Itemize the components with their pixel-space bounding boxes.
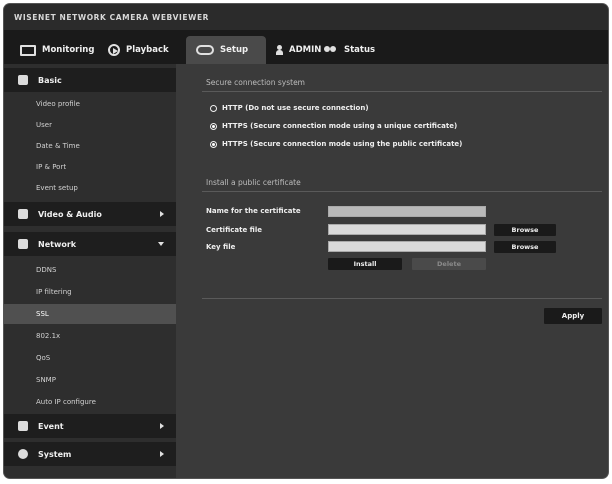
sidebar-group-event[interactable]: Event <box>4 414 176 438</box>
sidebar-item-label: Video profile <box>36 100 80 108</box>
camera-icon <box>18 75 28 85</box>
status-link[interactable]: Status <box>314 36 385 64</box>
sidebar-item-label: SSL <box>36 310 49 318</box>
user-icon <box>276 45 283 55</box>
secure-connection-title: Secure connection system <box>206 78 305 87</box>
divider <box>202 191 602 192</box>
setup-icon <box>196 45 214 55</box>
sidebar-group-event-label: Event <box>38 421 64 431</box>
gear-icon <box>18 449 28 459</box>
tab-setup[interactable]: Setup <box>186 36 266 64</box>
install-button[interactable]: Install <box>328 258 402 270</box>
sidebar-item-auto-ip[interactable]: Auto IP configure <box>4 392 176 412</box>
sidebar-group-video-audio-label: Video & Audio <box>38 209 102 219</box>
sidebar-item-label: IP filtering <box>36 288 72 296</box>
sidebar-item-ip-filtering[interactable]: IP filtering <box>4 282 176 302</box>
tab-playback-label: Playback <box>126 45 169 55</box>
option-https-unique[interactable]: HTTPS (Secure connection mode using a un… <box>210 122 457 130</box>
key-file-field[interactable] <box>328 241 486 252</box>
option-https-unique-label: HTTPS (Secure connection mode using a un… <box>222 122 458 130</box>
video-icon <box>18 209 28 219</box>
sidebar-item-label: DDNS <box>36 266 57 274</box>
sidebar: Basic Video profile User Date & Time IP … <box>4 64 176 478</box>
sidebar-item-8021x[interactable]: 802.1x <box>4 326 176 346</box>
divider <box>202 298 602 299</box>
tab-playback[interactable]: Playback <box>98 36 179 64</box>
sidebar-item-video-profile[interactable]: Video profile <box>4 94 176 114</box>
status-icon <box>324 45 338 55</box>
app-window: WISENET NETWORK CAMERA WEBVIEWER Monitor… <box>4 4 608 478</box>
sidebar-item-date-time[interactable]: Date & Time <box>4 136 176 156</box>
apply-button[interactable]: Apply <box>544 308 602 324</box>
divider <box>202 91 602 92</box>
sidebar-item-qos[interactable]: QoS <box>4 348 176 368</box>
sidebar-item-snmp[interactable]: SNMP <box>4 370 176 390</box>
sidebar-item-label: Auto IP configure <box>36 398 96 406</box>
option-http-label: HTTP (Do not use secure connection) <box>222 104 369 112</box>
chevron-down-icon <box>158 242 164 246</box>
sidebar-item-ddns[interactable]: DDNS <box>4 260 176 280</box>
sidebar-item-ip-port[interactable]: IP & Port <box>4 157 176 177</box>
radio-http[interactable] <box>210 104 217 112</box>
sidebar-item-label: 802.1x <box>36 332 61 340</box>
sidebar-group-basic-label: Basic <box>38 75 62 85</box>
sidebar-group-system[interactable]: System <box>4 442 176 466</box>
sidebar-item-event-setup[interactable]: Event setup <box>4 178 176 198</box>
tab-monitoring-label: Monitoring <box>42 45 95 55</box>
sidebar-group-network-label: Network <box>38 239 77 249</box>
sidebar-group-network[interactable]: Network <box>4 232 176 256</box>
top-navigation: Monitoring Playback Setup ADMIN Status <box>4 30 608 64</box>
tab-setup-label: Setup <box>220 45 249 55</box>
delete-button[interactable]: Delete <box>412 258 486 270</box>
certificate-file-field[interactable] <box>328 224 486 235</box>
sidebar-item-label: Date & Time <box>36 142 80 150</box>
chevron-right-icon <box>160 451 164 457</box>
option-https-public-label: HTTPS (Secure connection mode using the … <box>222 140 463 148</box>
status-label: Status <box>344 45 376 55</box>
bell-icon <box>18 421 28 431</box>
sidebar-item-label: Event setup <box>36 184 78 192</box>
certificate-file-label: Certificate file <box>206 226 263 234</box>
key-file-label: Key file <box>206 243 236 251</box>
playback-icon <box>108 44 120 56</box>
sidebar-item-user[interactable]: User <box>4 115 176 135</box>
tab-monitoring[interactable]: Monitoring <box>10 36 104 64</box>
radio-https-public[interactable] <box>210 140 217 148</box>
window-title: WISENET NETWORK CAMERA WEBVIEWER <box>4 4 608 30</box>
main-panel: Secure connection system HTTP (Do not us… <box>186 64 604 478</box>
chevron-right-icon <box>160 423 164 429</box>
sidebar-item-label: QoS <box>36 354 51 362</box>
sidebar-item-label: User <box>36 121 52 129</box>
browse-key-button[interactable]: Browse <box>494 241 556 253</box>
sidebar-item-ssl[interactable]: SSL <box>4 304 176 324</box>
install-certificate-title: Install a public certificate <box>206 178 301 187</box>
sidebar-item-label: SNMP <box>36 376 56 384</box>
sidebar-item-label: IP & Port <box>36 163 67 171</box>
network-icon <box>18 239 28 249</box>
monitor-icon <box>20 44 36 56</box>
radio-https-unique[interactable] <box>210 122 217 130</box>
sidebar-group-system-label: System <box>38 449 72 459</box>
option-http[interactable]: HTTP (Do not use secure connection) <box>210 104 369 112</box>
chevron-right-icon <box>160 211 164 217</box>
sidebar-group-video-audio[interactable]: Video & Audio <box>4 202 176 226</box>
option-https-public[interactable]: HTTPS (Secure connection mode using the … <box>210 140 462 148</box>
sidebar-group-basic[interactable]: Basic <box>4 68 176 92</box>
browse-certificate-button[interactable]: Browse <box>494 224 556 236</box>
certificate-name-field[interactable] <box>328 206 486 217</box>
certificate-name-label: Name for the certificate <box>206 207 301 215</box>
